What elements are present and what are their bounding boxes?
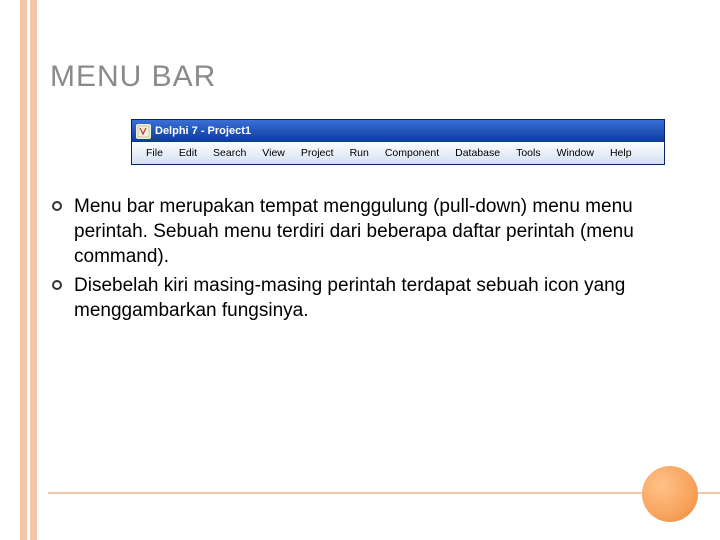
menu-view[interactable]: View (254, 144, 293, 162)
slide-title: MENU BAR (50, 60, 216, 94)
menu-window[interactable]: Window (549, 144, 602, 162)
decor-circle (642, 466, 698, 522)
menu-database[interactable]: Database (447, 144, 508, 162)
bullet-item: Disebelah kiri masing-masing perintah te… (52, 273, 680, 323)
bullet-item: Menu bar merupakan tempat menggulung (pu… (52, 194, 680, 269)
menu-component[interactable]: Component (377, 144, 447, 162)
app-icon (136, 124, 151, 139)
menu-tools[interactable]: Tools (508, 144, 549, 162)
menu-edit[interactable]: Edit (171, 144, 205, 162)
menu-search[interactable]: Search (205, 144, 254, 162)
decor-stripe (30, 0, 37, 540)
menu-help[interactable]: Help (602, 144, 640, 162)
titlebar: Delphi 7 - Project1 (132, 120, 664, 142)
decor-line (48, 492, 720, 494)
bullet-text: Disebelah kiri masing-masing perintah te… (74, 273, 680, 323)
menu-project[interactable]: Project (293, 144, 342, 162)
window-title: Delphi 7 - Project1 (155, 125, 251, 137)
decor-stripe (20, 0, 27, 540)
bullet-icon (52, 201, 62, 211)
app-window: Delphi 7 - Project1 File Edit Search Vie… (131, 119, 665, 165)
slide-content: Menu bar merupakan tempat menggulung (pu… (52, 194, 680, 327)
menu-run[interactable]: Run (342, 144, 377, 162)
menu-file[interactable]: File (138, 144, 171, 162)
menubar: File Edit Search View Project Run Compon… (132, 142, 664, 164)
bullet-icon (52, 280, 62, 290)
bullet-text: Menu bar merupakan tempat menggulung (pu… (74, 194, 680, 269)
